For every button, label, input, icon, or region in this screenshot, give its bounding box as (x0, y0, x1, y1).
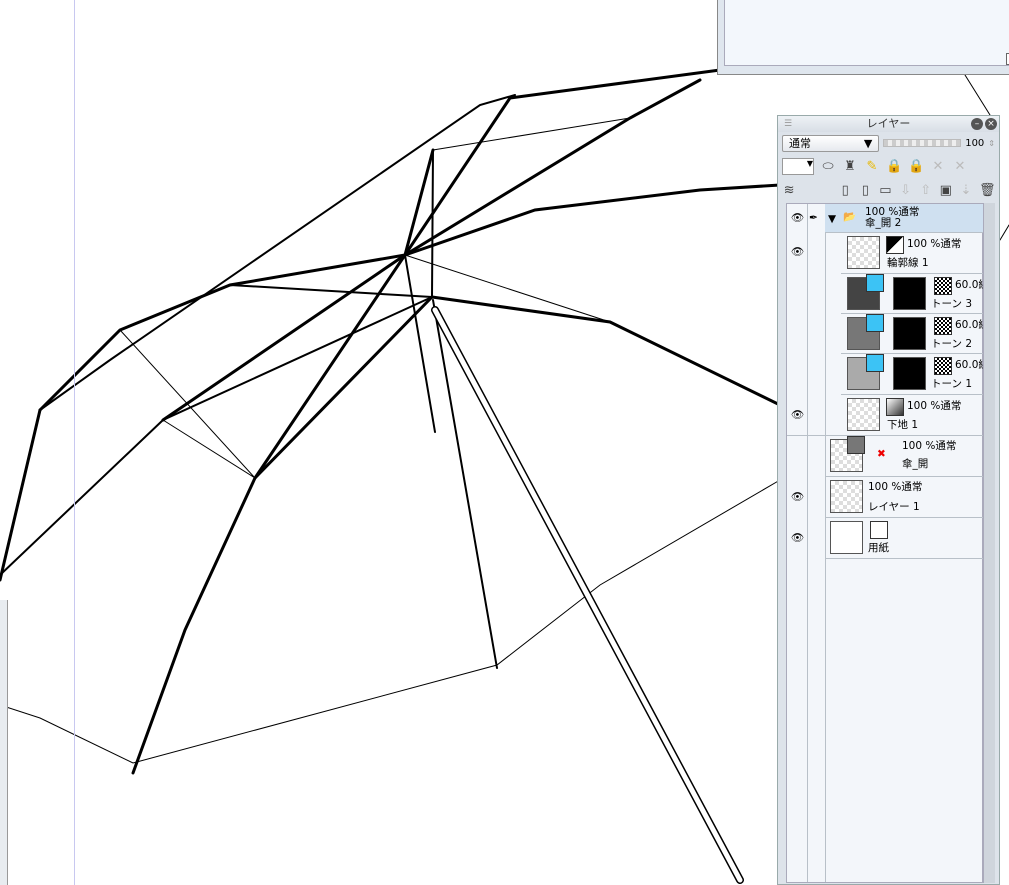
ruler-disable-icon[interactable]: ✕ (952, 159, 968, 174)
chevron-down-icon: ▼ (863, 136, 873, 150)
close-icon[interactable]: × (985, 118, 997, 130)
eye-icon[interactable]: 👁 (791, 212, 804, 225)
apply-mask-icon[interactable]: ⇣ (959, 183, 973, 198)
new-folder-icon[interactable]: ▭ (878, 183, 892, 198)
mask-disable-icon[interactable]: ✕ (930, 159, 946, 174)
eye-icon[interactable]: 👁 (791, 532, 804, 545)
draft-pencil-icon[interactable]: ✎ (864, 159, 880, 174)
layer-row[interactable]: 100 %通常 レイヤー 1 (825, 477, 983, 518)
layer-name: 用紙 (868, 542, 889, 554)
layer-name: レイヤー 1 (868, 501, 920, 513)
merge-visible-icon[interactable]: ⇧ (919, 183, 933, 198)
layer-row[interactable]: 60.0線 トーン 1 (841, 354, 989, 395)
layer-name: 傘_開 2 (865, 217, 902, 229)
spinner-icon[interactable]: ⇕ (988, 139, 995, 148)
panel-titlebar[interactable]: ☰ レイヤー – × (778, 116, 999, 132)
delete-icon[interactable]: 🗑 (979, 183, 996, 198)
reference-icon[interactable]: ♜ (842, 159, 858, 174)
opacity-slider[interactable] (883, 139, 962, 147)
new-raster-layer-icon[interactable]: ▯ (838, 183, 852, 198)
panel-title: レイヤー (866, 117, 911, 130)
pen-icon: ✒ (809, 212, 818, 224)
blend-mode-value: 通常 (789, 137, 811, 150)
layer-row-folder[interactable]: ▼ 📂 100 %通常 傘_開 2 (825, 204, 983, 233)
layer-info: 100 %通常 (907, 238, 962, 250)
layer-name: トーン 3 (931, 298, 972, 310)
lock-icon[interactable]: 🔒 (886, 159, 902, 174)
layers-icon[interactable]: ≋ (782, 183, 796, 198)
opacity-value[interactable]: 100 (965, 138, 984, 149)
color-select[interactable]: ▼ (782, 157, 814, 175)
panel-menu-icon[interactable]: ☰ (784, 116, 792, 132)
left-panel-edge (0, 600, 8, 885)
clipping-icon[interactable]: ⬭ (820, 159, 836, 174)
eye-icon[interactable]: 👁 (791, 491, 804, 504)
folder-icon: 📂 (843, 211, 857, 223)
expand-icon[interactable]: ▼ (828, 213, 836, 226)
guide-line (74, 0, 75, 885)
new-vector-layer-icon[interactable]: ▯ (858, 183, 872, 198)
paper-icon (870, 521, 888, 539)
layer-scrollbar[interactable] (983, 203, 995, 883)
layer-info: 100 %通常 (907, 400, 962, 412)
minimize-icon[interactable]: – (971, 118, 983, 130)
blend-mode-select[interactable]: 通常 ▼ (782, 134, 880, 152)
layer-row[interactable]: ✖ 100 %通常 傘_開 (825, 436, 983, 477)
lock-transparent-icon[interactable]: 🔒 (908, 159, 924, 174)
layer-name: トーン 1 (931, 378, 972, 390)
mask-disabled-icon: ✖ (877, 448, 886, 460)
layer-name: トーン 2 (931, 338, 972, 350)
layer-info: 100 %通常 (902, 440, 957, 452)
layer-name: 下地 1 (887, 419, 919, 431)
eye-icon[interactable]: 👁 (791, 246, 804, 259)
layer-row[interactable]: 60.0線 トーン 2 (841, 314, 989, 354)
eye-icon[interactable]: 👁 (791, 409, 804, 422)
merge-down-icon[interactable]: ⇩ (899, 183, 913, 198)
layer-row[interactable]: 100 %通常 輪郭線 1 (841, 233, 983, 274)
layer-info: 100 %通常 (868, 481, 923, 493)
layer-name: 傘_開 (902, 458, 929, 470)
layer-row[interactable]: 60.0線 トーン 3 (841, 274, 989, 314)
dialog-window (717, 0, 1009, 75)
layer-row[interactable]: 用紙 (825, 518, 983, 559)
layer-panel: ☰ レイヤー – × 通常 ▼ 100 ⇕ ▼ ⬭ ♜ ✎ 🔒 🔒 ✕ ✕ ≋ ▯ ▯… (777, 115, 1000, 885)
layer-name: 輪郭線 1 (887, 257, 929, 269)
layer-row[interactable]: 100 %通常 下地 1 (841, 395, 983, 436)
layer-list: ▼ 📂 100 %通常 傘_開 2 👁 ✒ 100 %通常 輪郭線 1 👁 60… (786, 203, 989, 883)
mask-icon[interactable]: ▣ (939, 183, 953, 198)
